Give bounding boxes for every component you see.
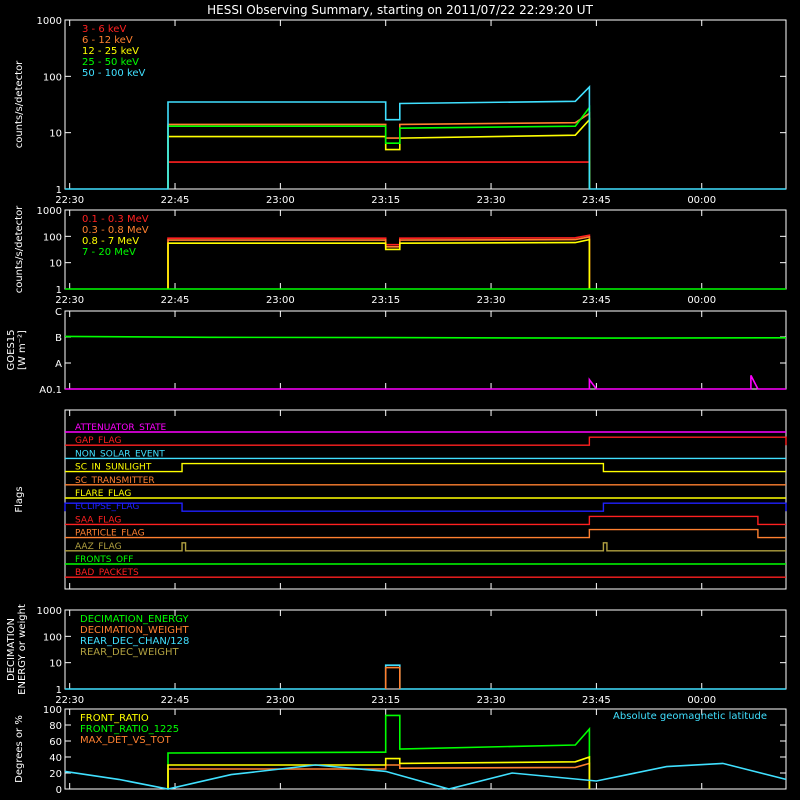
x-tick-label: 23:45 [582, 295, 611, 306]
y-tick-label: 1000 [37, 606, 62, 617]
x-tick-label: 00:00 [687, 695, 716, 706]
y-tick-label: 60 [49, 737, 62, 748]
legend-entry: FRONT_RATIO_1225 [80, 724, 179, 735]
legend-entry: 3 - 6 keV [82, 24, 126, 35]
x-tick-label: 22:45 [161, 295, 190, 306]
y-axis-label: GOES15 [6, 329, 17, 370]
y-tick-label: 100 [43, 632, 62, 643]
y-axis-label-2: ENERGY or weight [17, 604, 28, 695]
y-tick-label: C [55, 307, 62, 318]
y-tick-label: 100 [43, 72, 62, 83]
right-label: Absolute geomagnetic latitude [613, 711, 767, 722]
x-tick-label: 23:30 [477, 695, 506, 706]
y-tick-label: A0.1 [39, 385, 62, 396]
legend-entry: 50 - 100 keV [82, 68, 146, 79]
hessi-summary-plot: HESSI Observing Summary, starting on 201… [0, 0, 800, 800]
x-tick-label: 22:45 [161, 695, 190, 706]
x-tick-label: 23:00 [266, 295, 295, 306]
x-tick-label: 23:15 [371, 695, 400, 706]
y-axis-label: Flags [14, 486, 25, 512]
chart-title: HESSI Observing Summary, starting on 201… [207, 3, 593, 17]
legend-entry: 6 - 12 keV [82, 35, 133, 46]
y-axis-label: counts/s/detector [14, 205, 25, 293]
y-tick-label: 0 [56, 785, 62, 796]
x-tick-label: 23:45 [582, 195, 611, 206]
legend-entry: FRONT_RATIO [80, 713, 149, 724]
y-tick-label: 1000 [37, 206, 62, 217]
x-tick-label: 22:30 [55, 295, 84, 306]
y-tick-label: A [55, 359, 62, 370]
legend-entry: 12 - 25 keV [82, 46, 139, 57]
y-axis-label: DECIMATION [6, 618, 17, 681]
y-tick-label: 1000 [37, 16, 62, 27]
legend-entry: DECIMATION_ENERGY [80, 614, 189, 625]
legend-entry: DECIMATION_WEIGHT [80, 625, 189, 636]
y-tick-label: 10 [49, 129, 62, 140]
x-tick-label: 23:00 [266, 695, 295, 706]
x-tick-label: 23:30 [477, 195, 506, 206]
x-tick-label: 00:00 [687, 295, 716, 306]
y-tick-label: 20 [49, 769, 62, 780]
y-tick-label: 100 [43, 705, 62, 716]
legend-entry: REAR_DEC_CHAN/128 [80, 636, 189, 647]
y-tick-label: B [55, 333, 62, 344]
y-tick-label: 80 [49, 721, 62, 732]
x-tick-label: 23:30 [477, 295, 506, 306]
y-axis-label-2: [W m⁻²] [17, 330, 28, 370]
y-tick-label: 10 [49, 659, 62, 670]
legend-entry: MAX_DET_VS_TOT [80, 735, 172, 746]
x-tick-label: 23:15 [371, 195, 400, 206]
x-tick-label: 23:15 [371, 295, 400, 306]
legend-entry: 25 - 50 keV [82, 57, 139, 68]
x-tick-label: 23:45 [582, 695, 611, 706]
legend-entry: 0.1 - 0.3 MeV [82, 214, 149, 225]
x-tick-label: 22:45 [161, 195, 190, 206]
x-tick-label: 00:00 [687, 195, 716, 206]
x-tick-label: 22:30 [55, 195, 84, 206]
legend-entry: 7 - 20 MeV [82, 247, 136, 258]
legend-entry: REAR_DEC_WEIGHT [80, 647, 179, 658]
y-axis-label: counts/s/detector [14, 60, 25, 148]
legend-entry: 0.3 - 0.8 MeV [82, 225, 149, 236]
y-tick-label: 10 [49, 259, 62, 270]
y-tick-label: 40 [49, 753, 62, 764]
x-tick-label: 23:00 [266, 195, 295, 206]
legend-entry: 0.8 - 7 MeV [82, 236, 139, 247]
y-axis-label: Degrees or % [14, 715, 25, 783]
y-tick-label: 100 [43, 232, 62, 243]
